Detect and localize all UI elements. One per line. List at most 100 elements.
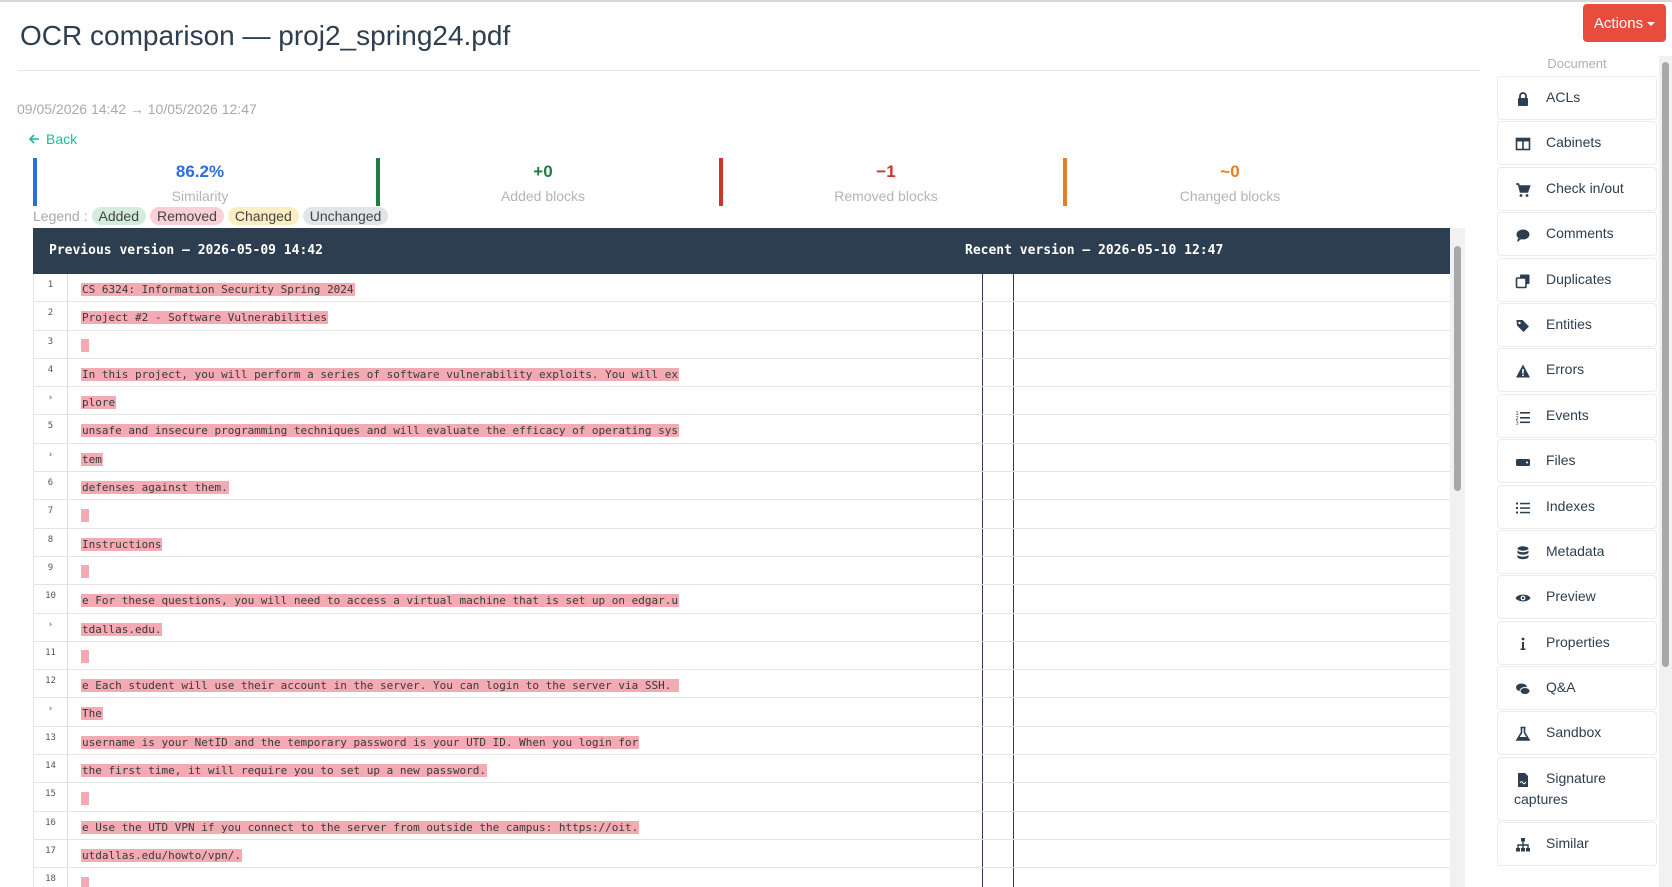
previous-line xyxy=(67,330,982,358)
sidebar-item-indexes[interactable]: Indexes xyxy=(1497,484,1657,529)
previous-line xyxy=(67,556,982,585)
actions-button-label: Actions xyxy=(1593,14,1644,32)
back-link[interactable]: Back xyxy=(28,131,77,147)
recent-line xyxy=(1014,812,1450,839)
actions-button[interactable]: Actions xyxy=(1583,4,1666,42)
previous-line xyxy=(67,500,982,528)
recent-line xyxy=(1014,274,1450,301)
recent-line-number xyxy=(982,528,1014,556)
previous-line: plore xyxy=(67,387,982,415)
removed-text: defenses against them. xyxy=(81,481,229,495)
sidebar-item-label: Comments xyxy=(1546,225,1614,242)
removed-text: Instructions xyxy=(81,537,163,551)
sidebar-item-q-a[interactable]: Q&A xyxy=(1497,666,1657,711)
line-number: 15 xyxy=(33,783,67,811)
clone-icon xyxy=(1515,273,1531,289)
stat-label: Similarity xyxy=(171,188,229,204)
diff-row: › The xyxy=(33,698,1450,727)
columns-icon xyxy=(1515,136,1531,152)
removed-text xyxy=(81,791,89,805)
sidebar-item-entities[interactable]: Entities xyxy=(1497,302,1657,347)
sidebar-scrollbar-thumb[interactable] xyxy=(1662,62,1669,667)
recent-line-number xyxy=(982,670,1014,698)
recent-version-header: Recent version — 2026-05-10 12:47 xyxy=(965,243,1224,258)
line-number: 5 xyxy=(33,415,67,443)
sidebar-item-check-in-out[interactable]: Check in/out xyxy=(1497,166,1657,211)
caret-down-icon xyxy=(1647,22,1656,26)
sidebar-item-similar[interactable]: Similar xyxy=(1497,822,1657,867)
previous-line: e Use the UTD VPN if you connect to the … xyxy=(67,811,982,839)
previous-line: the first time, it will require you to s… xyxy=(67,755,982,783)
stat-value: ~0 xyxy=(1220,162,1240,181)
removed-text: e Use the UTD VPN if you connect to the … xyxy=(81,820,640,834)
line-number: › xyxy=(33,613,67,641)
flask-icon xyxy=(1515,726,1531,742)
previous-line: tem xyxy=(67,443,982,472)
sidebar-item-events[interactable]: 1 2 3 Events xyxy=(1497,393,1657,438)
diff-row: 7 xyxy=(33,500,1450,529)
stat-added-blocks: +0 Added blocks xyxy=(376,158,706,206)
hdd-icon xyxy=(1515,454,1531,470)
lock-icon xyxy=(1515,91,1531,107)
sidebar-item-sandbox[interactable]: Sandbox xyxy=(1497,711,1657,756)
removed-text xyxy=(81,508,89,522)
removed-text: e For these questions, you will need to … xyxy=(81,594,680,608)
recent-line xyxy=(1014,840,1450,867)
sidebar-item-files[interactable]: Files xyxy=(1497,439,1657,484)
tags-icon xyxy=(1515,318,1531,334)
previous-line: Instructions xyxy=(67,528,982,556)
legend-changed: Changed xyxy=(227,207,299,225)
previous-line xyxy=(67,783,982,811)
previous-line xyxy=(67,868,982,887)
removed-text: username is your NetID and the temporary… xyxy=(81,735,640,749)
sidebar-item-label: Entities xyxy=(1546,315,1592,332)
sidebar-item-preview[interactable]: Preview xyxy=(1497,575,1657,620)
diff-row: › tem xyxy=(33,443,1450,473)
recent-line-number xyxy=(982,443,1014,472)
sidebar-item-errors[interactable]: Errors xyxy=(1497,348,1657,393)
recent-line xyxy=(1014,670,1450,697)
diff-row: 5 unsafe and insecure programming techniq… xyxy=(33,415,1450,444)
recent-line xyxy=(1014,444,1450,471)
legend-removed: Removed xyxy=(149,207,224,225)
line-number: 18 xyxy=(33,868,67,887)
sidebar-item-label: Preview xyxy=(1546,588,1596,605)
diff-row: 14 the first time, it will require you to… xyxy=(33,755,1450,784)
diff-scrollbar[interactable] xyxy=(1450,228,1465,887)
sidebar-item-metadata[interactable]: Metadata xyxy=(1497,529,1657,574)
removed-text: utdallas.edu/howto/vpn/. xyxy=(81,848,242,862)
removed-text: The xyxy=(81,707,103,721)
recent-line-number xyxy=(982,358,1014,387)
recent-line xyxy=(1014,585,1450,612)
diff-row: 8 Instructions xyxy=(33,528,1450,557)
sidebar-item-duplicates[interactable]: Duplicates xyxy=(1497,257,1657,302)
line-number: 11 xyxy=(33,641,67,670)
diff-header: Previous version — 2026-05-09 14:42 Rece… xyxy=(33,228,1450,274)
recent-line-number xyxy=(982,783,1014,811)
removed-text xyxy=(81,876,89,887)
removed-text: tdallas.edu. xyxy=(81,622,163,636)
sidebar-item-comments[interactable]: Comments xyxy=(1497,212,1657,257)
previous-line: utdallas.edu/howto/vpn/. xyxy=(67,839,982,868)
version-time-range: 09/05/2026 14:42 → 10/05/2026 12:47 xyxy=(17,101,257,117)
diff-row: 16 e Use the UTD VPN if you connect to th… xyxy=(33,811,1450,840)
sidebar-item-acls[interactable]: ACLs xyxy=(1497,76,1657,120)
diff-scrollbar-thumb[interactable] xyxy=(1454,246,1461,491)
stat-removed-blocks: −1 Removed blocks xyxy=(719,158,1049,206)
recent-line-number xyxy=(982,811,1014,839)
sidebar-item-signature-captures[interactable]: Signature captures xyxy=(1497,756,1657,821)
sidebar-item-cabinets[interactable]: Cabinets xyxy=(1497,121,1657,166)
recent-line-number xyxy=(982,641,1014,670)
recent-line-number xyxy=(982,755,1014,783)
recent-line-number xyxy=(982,868,1014,887)
previous-line: Project #2 - Software Vulnerabilities xyxy=(67,302,982,330)
list-ol-icon: 123 xyxy=(1515,409,1531,426)
recent-line xyxy=(1014,868,1450,887)
removed-text: Project #2 - Software Vulnerabilities xyxy=(81,311,329,325)
stat-value: +0 xyxy=(533,162,553,181)
sidebar-scrollbar[interactable] xyxy=(1659,56,1672,887)
removed-text: tem xyxy=(81,452,103,466)
stat-label: Removed blocks xyxy=(834,188,938,204)
recent-line-number xyxy=(982,330,1014,358)
sidebar-item-properties[interactable]: Properties xyxy=(1497,620,1657,665)
